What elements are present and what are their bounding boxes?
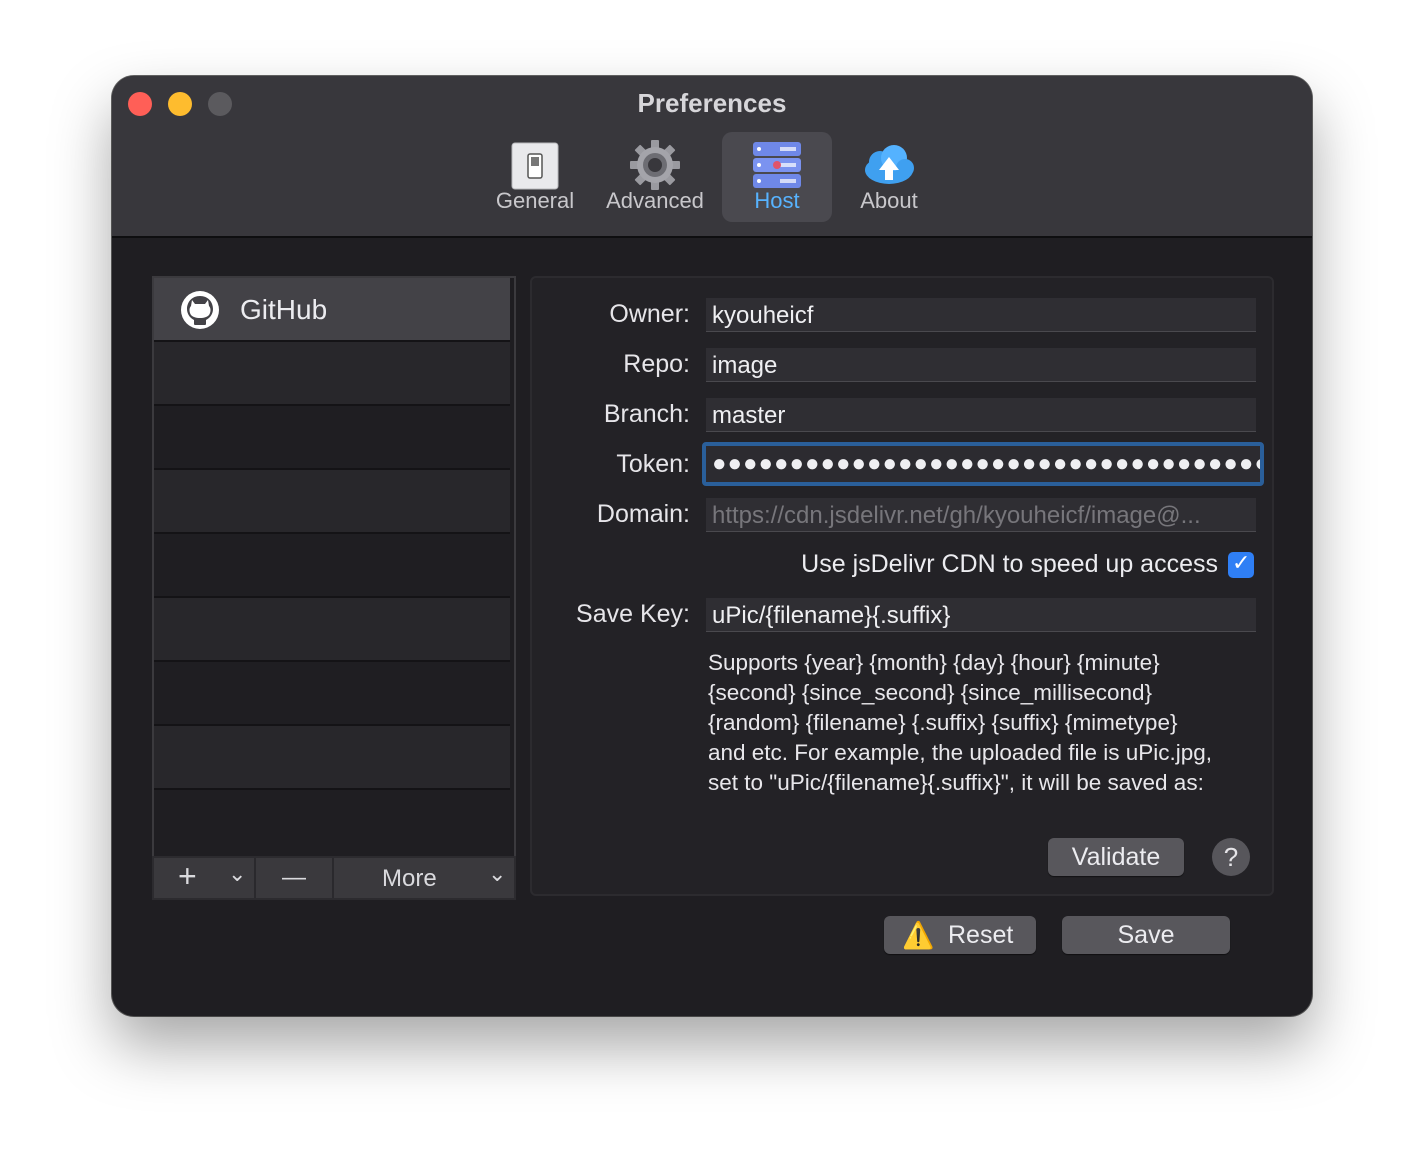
list-item-github[interactable]: GitHub (154, 278, 510, 342)
plus-icon: + (178, 858, 197, 894)
repo-field[interactable]: image (706, 348, 1256, 382)
save-key-label: Save Key: (576, 600, 690, 628)
cdn-checkbox[interactable]: ✓ (1228, 550, 1254, 578)
save-key-help-text: Supports {year} {month} {day} {hour} {mi… (708, 648, 1268, 798)
server-icon (722, 140, 832, 190)
add-host-button[interactable]: + ⌄ (154, 858, 254, 898)
warning-icon: ⚠️ (902, 920, 935, 950)
tab-about[interactable]: About (834, 132, 944, 222)
list-item (154, 598, 510, 662)
branch-label: Branch: (603, 400, 690, 428)
host-list: GitHub (152, 276, 516, 900)
tab-host[interactable]: Host (722, 132, 832, 222)
list-item (154, 662, 510, 726)
reset-label: Reset (948, 921, 1014, 949)
validate-button[interactable]: Validate (1048, 838, 1184, 876)
checkmark-icon: ✓ (1232, 550, 1251, 575)
github-icon (180, 290, 220, 330)
window-title: Preferences (637, 88, 787, 118)
host-list-toolbar: + ⌄ — More ⌄ (152, 856, 516, 900)
owner-label: Owner: (609, 300, 690, 328)
list-item (154, 534, 510, 598)
help-line: Supports {year} {month} {day} {hour} {mi… (708, 650, 1160, 675)
gear-icon (600, 140, 710, 190)
tab-advanced[interactable]: Advanced (600, 132, 710, 222)
list-item (154, 726, 510, 790)
save-button[interactable]: Save (1062, 916, 1230, 954)
chevron-down-icon: ⌄ (228, 861, 247, 886)
more-menu-button[interactable]: More ⌄ (334, 858, 512, 898)
tab-about-label: About (860, 188, 918, 213)
branch-field[interactable]: master (706, 398, 1256, 432)
more-label: More (382, 865, 437, 892)
preferences-window: Preferences General Advanced Host About … (112, 76, 1312, 1016)
cloud-upload-icon (834, 140, 944, 190)
cdn-checkbox-label: Use jsDelivr CDN to speed up access (801, 550, 1218, 578)
help-button[interactable]: ? (1212, 838, 1250, 876)
repo-label: Repo: (623, 350, 690, 378)
domain-field[interactable]: https://cdn.jsdelivr.net/gh/kyouheicf/im… (706, 498, 1256, 532)
tab-general[interactable]: General (480, 132, 590, 222)
help-line: {random} {filename} {.suffix} {suffix} {… (708, 710, 1178, 735)
tab-host-label: Host (754, 188, 800, 213)
help-line: and etc. For example, the uploaded file … (708, 740, 1213, 765)
list-item (154, 790, 510, 856)
list-item (154, 470, 510, 534)
chevron-down-icon: ⌄ (488, 861, 507, 886)
tab-general-label: General (495, 188, 575, 213)
switch-icon (480, 140, 590, 190)
titlebar: Preferences General Advanced Host About (112, 76, 1312, 238)
list-item (154, 406, 510, 470)
token-label: Token: (616, 450, 690, 478)
reset-button[interactable]: ⚠️ Reset (884, 916, 1036, 954)
domain-label: Domain: (596, 500, 690, 528)
save-key-field[interactable]: uPic/{filename}{.suffix} (706, 598, 1256, 632)
remove-host-button[interactable]: — (256, 858, 332, 898)
token-field[interactable]: ●●●●●●●●●●●●●●●●●●●●●●●●●●●●●●●●●●●●●●●● (702, 442, 1264, 486)
help-line: {second} {since_second} {since_milliseco… (708, 680, 1153, 705)
help-line: set to "uPic/{filename}{.suffix}", it wi… (708, 770, 1204, 795)
list-item-label: GitHub (240, 294, 328, 325)
list-item (154, 342, 510, 406)
owner-field[interactable]: kyouheicf (706, 298, 1256, 332)
minus-icon: — (282, 864, 306, 891)
tab-advanced-label: Advanced (606, 188, 704, 213)
